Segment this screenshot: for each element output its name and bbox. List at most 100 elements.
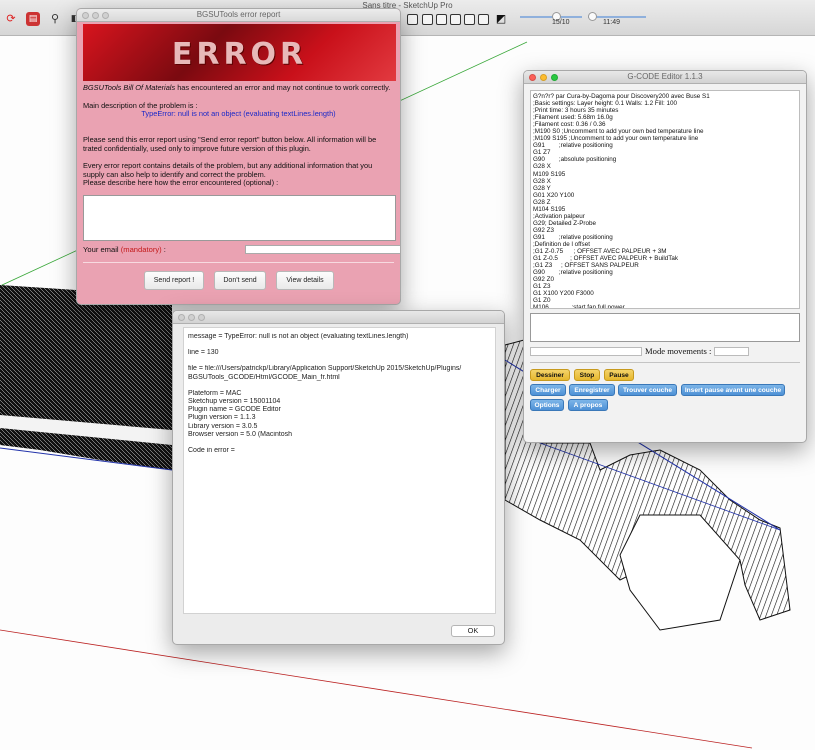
gcode-line: M106 ;start fan full power bbox=[533, 304, 625, 309]
gcode-line: ;Definition de l offset bbox=[533, 240, 590, 248]
gcode-textarea[interactable]: G?n?r? par Cura-by-Dagoma pour Discovery… bbox=[530, 90, 800, 309]
detail-plugin-version: Plugin version = 1.1.3 bbox=[188, 414, 256, 422]
red-axis bbox=[0, 629, 753, 749]
divider bbox=[530, 362, 800, 363]
options-button[interactable]: Options bbox=[530, 399, 564, 411]
error-window-titlebar[interactable]: BGSUTools error report bbox=[77, 9, 400, 22]
ok-button[interactable]: OK bbox=[451, 625, 495, 637]
draw-button[interactable]: Dessiner bbox=[530, 369, 570, 381]
gcode-line: G01 X20 Y100 bbox=[533, 191, 575, 199]
insert-pause-button[interactable]: Insert pause avant une couche bbox=[681, 384, 785, 396]
gcode-line: ;Basic settings: Layer height: 0.1 Walls… bbox=[533, 100, 677, 108]
detail-file-cont: BGSUTools_GCODE/Html/GCODE_Main_fr.html bbox=[188, 373, 340, 381]
error-intro: BGSUTools Bill Of Materials has encounte… bbox=[83, 83, 394, 93]
gcode-secondary-textarea[interactable] bbox=[530, 313, 800, 342]
box-icon[interactable] bbox=[450, 14, 461, 25]
mode-movements-label: Mode movements : bbox=[645, 346, 712, 356]
load-button[interactable]: Charger bbox=[530, 384, 566, 396]
gcode-line: M109 S195 bbox=[533, 170, 566, 178]
gcode-line: ;M109 S195 ;Uncomment to add your own te… bbox=[533, 135, 699, 143]
error-description-textarea[interactable] bbox=[83, 195, 396, 241]
detail-sketchup-version: Sketchup version = 15001104 bbox=[188, 398, 281, 406]
gcode-line: G1 Z-0.5 ; OFFSET AVEC PALPEUR + BuildTa… bbox=[533, 255, 679, 263]
describe-label: Please describe here how the error encou… bbox=[83, 178, 279, 187]
gcode-line: ;Print time: 3 hours 35 minutes bbox=[533, 107, 619, 115]
email-label: Your email (mandatory) : bbox=[83, 245, 166, 254]
refresh-icon[interactable]: ⟳ bbox=[4, 12, 18, 26]
email-input[interactable] bbox=[245, 245, 400, 254]
gcode-line: G1 Z0 bbox=[533, 297, 551, 305]
email-mandatory: (mandatory) bbox=[120, 245, 162, 254]
gcode-line: G28 Y bbox=[533, 184, 551, 192]
detail-code-in-error: Code in error = bbox=[188, 447, 235, 455]
error-details-window: message = TypeError: null is not an obje… bbox=[172, 310, 505, 645]
plugin-name: BGSUTools Bill Of Materials bbox=[83, 83, 176, 92]
error-report-window: BGSUTools error report ERROR BGSUTools B… bbox=[76, 8, 401, 305]
gcode-line: G1 Z3 bbox=[533, 283, 551, 291]
gcode-line: G91 ;relative positioning bbox=[533, 233, 613, 241]
error-window-title: BGSUTools error report bbox=[196, 10, 281, 19]
detail-file: file = file:///Users/patrickp/Library/Ap… bbox=[188, 365, 462, 373]
save-button[interactable]: Enregistrer bbox=[569, 384, 615, 396]
about-button[interactable]: A propos bbox=[568, 399, 608, 411]
gcode-editor-window: G-CODE Editor 1.1.3 G?n?r? par Cura-by-D… bbox=[523, 70, 807, 443]
error-banner-text: ERROR bbox=[171, 37, 308, 72]
stop-button[interactable]: Stop bbox=[574, 369, 600, 381]
gcode-line: ;Filament cost: 0.36 / 0.36 bbox=[533, 121, 606, 129]
send-report-button[interactable]: Send report ! bbox=[144, 271, 204, 290]
detail-library-version: Library version = 3.0.5 bbox=[188, 422, 258, 430]
home-icon[interactable] bbox=[436, 14, 447, 25]
gcode-line: G91 ;relative positioning bbox=[533, 142, 613, 150]
mode-movements-input[interactable] bbox=[714, 347, 749, 356]
send-instructions: Please send this error report using "Sen… bbox=[83, 135, 377, 153]
error-message: TypeError: null is not an object (evalua… bbox=[141, 109, 336, 118]
details-instructions: Every error report contains details of t… bbox=[83, 161, 373, 179]
gcode-line: G28 Z bbox=[533, 198, 551, 206]
scene-slider-track[interactable] bbox=[520, 16, 582, 18]
detail-plugin-name: Plugin name = GCODE Editor bbox=[188, 406, 281, 414]
error-banner-image: ERROR bbox=[83, 24, 396, 81]
minimize-button[interactable] bbox=[188, 314, 195, 321]
divider bbox=[83, 262, 394, 263]
gcode-line: G92 Z0 bbox=[533, 276, 554, 284]
desktop: Sans titre - SketchUp Pro ⟳ ▤ ⚲ ◧ ◩ 15/1… bbox=[0, 0, 815, 750]
time-slider-knob[interactable] bbox=[588, 12, 597, 21]
house-icon[interactable] bbox=[478, 14, 489, 25]
gcode-window-title: G-CODE Editor 1.1.3 bbox=[627, 72, 703, 81]
find-layer-button[interactable]: Trouver couche bbox=[618, 384, 677, 396]
gcode-window-titlebar[interactable]: G-CODE Editor 1.1.3 bbox=[524, 71, 806, 84]
gcode-line: G90 ;relative positioning bbox=[533, 269, 613, 277]
lamp-icon[interactable]: ◩ bbox=[494, 12, 508, 26]
box-icon-2[interactable] bbox=[464, 14, 475, 25]
camera-icon[interactable] bbox=[422, 14, 433, 25]
pause-button[interactable]: Pause bbox=[604, 369, 634, 381]
gcode-line: G29; Detailed Z-Probe bbox=[533, 219, 596, 227]
scene-slider-label: 15/10 bbox=[552, 19, 570, 26]
time-slider-label: 11:49 bbox=[603, 19, 620, 26]
detail-browser-version: Browser version = 5.0 (Macintosh bbox=[188, 430, 293, 438]
shadow-icon[interactable] bbox=[407, 14, 418, 25]
gcode-line: ;G1 Z-0.75 ; OFFSET AVEC PALPEUR + 3M bbox=[533, 248, 667, 256]
gcode-line: M104 S195 bbox=[533, 205, 566, 213]
clipboard-icon[interactable]: ▤ bbox=[26, 12, 40, 26]
dont-send-button[interactable]: Don't send bbox=[214, 271, 266, 290]
details-window-titlebar[interactable] bbox=[173, 311, 504, 324]
gcode-line: G92 Z3 bbox=[533, 226, 554, 234]
gcode-line: G28 X bbox=[533, 177, 551, 185]
zoom-button[interactable] bbox=[198, 314, 205, 321]
gcode-input[interactable] bbox=[530, 347, 642, 356]
close-button[interactable] bbox=[178, 314, 185, 321]
intro-suffix: has encountered an error and may not con… bbox=[175, 83, 391, 92]
magnifier-icon[interactable]: ⚲ bbox=[48, 12, 62, 26]
email-colon: : bbox=[161, 245, 166, 254]
gcode-line: G90 ;absolute positioning bbox=[533, 156, 617, 164]
gcode-line: ;M190 S0 ;Uncomment to add your own bed … bbox=[533, 128, 704, 136]
gcode-line: G28 X bbox=[533, 163, 551, 171]
email-label-text: Your email bbox=[83, 245, 119, 254]
gcode-line: ;G1 Z3 ; OFFSET SANS PALPEUR bbox=[533, 262, 639, 270]
gcode-line: ;Activation palpeur bbox=[533, 212, 585, 220]
view-details-button[interactable]: View details bbox=[276, 271, 334, 290]
gcode-line: G1 X100 Y200 F3000 bbox=[533, 290, 594, 298]
detail-message: message = TypeError: null is not an obje… bbox=[188, 333, 409, 340]
detail-platform: Plateform = MAC bbox=[188, 389, 242, 397]
